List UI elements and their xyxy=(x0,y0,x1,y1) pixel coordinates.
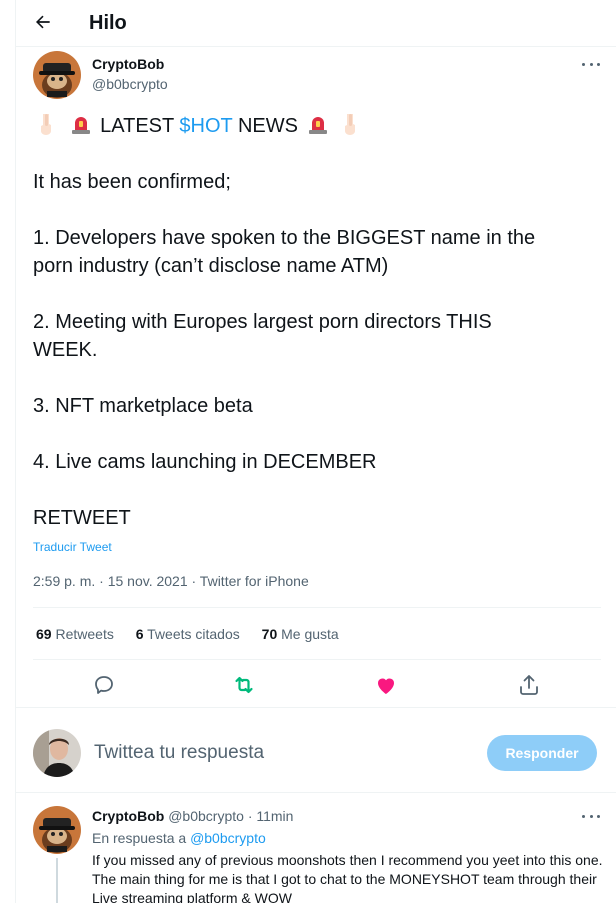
page-header: Hilo xyxy=(16,0,616,46)
in-reply-to: En respuesta a @b0bcrypto xyxy=(92,829,266,847)
reply-author-handle[interactable]: @b0bcrypto xyxy=(168,808,244,824)
police-light-emoji xyxy=(71,117,90,134)
likes-label: Me gusta xyxy=(281,626,339,642)
divider xyxy=(16,46,616,47)
likes-count: 70 xyxy=(261,626,278,642)
cashtag-link[interactable]: $HOT xyxy=(179,115,232,137)
speech-bubble-icon[interactable] xyxy=(92,673,116,697)
tweet-line: RETWEET xyxy=(33,507,131,529)
thread-connector xyxy=(56,858,58,903)
reply-author-name[interactable]: CryptoBob xyxy=(92,808,164,824)
page-title: Hilo xyxy=(89,12,127,34)
divider xyxy=(33,659,601,660)
tweet-actions xyxy=(16,670,616,700)
police-light-emoji xyxy=(308,117,327,134)
reply-header: CryptoBob @b0bcrypto · 11min xyxy=(92,807,293,825)
author-handle[interactable]: @b0bcrypto xyxy=(92,75,168,93)
tweet-line xyxy=(33,420,608,448)
headline-text-end: NEWS xyxy=(232,115,298,137)
backhand-index-pointing-down-emoji xyxy=(345,114,356,135)
backhand-index-pointing-down-emoji xyxy=(41,114,51,135)
retweets-count: 69 xyxy=(36,626,52,642)
tweet-line xyxy=(33,196,608,224)
reply-button[interactable]: Responder xyxy=(487,735,597,771)
timeline-column: Hilo CryptoBob @b0bcrypto LATEST $HOT NE… xyxy=(15,0,616,903)
tweet-stats: 69 Retweets 6 Tweets citados 70 Me gusta xyxy=(36,625,357,643)
reply-text: If you missed any of previous moonshots … xyxy=(92,852,603,903)
heart-icon[interactable] xyxy=(374,673,398,697)
tweet-line: 4. Live cams launching in DECEMBER xyxy=(33,451,377,473)
reply-time[interactable]: · 11min xyxy=(248,808,294,824)
tweet-line: WEEK. xyxy=(33,339,98,361)
divider xyxy=(16,792,616,793)
more-dots-icon[interactable] xyxy=(582,807,600,825)
tweet-text: LATEST $HOT NEWS It has been confirmed; … xyxy=(33,112,608,532)
retweets-label: Retweets xyxy=(55,626,114,642)
tweet-line: 1. Developers have spoken to the BIGGEST… xyxy=(33,227,536,249)
in-reply-handle-link[interactable]: @b0bcrypto xyxy=(190,830,266,846)
in-reply-prefix: En respuesta a xyxy=(92,830,191,846)
divider xyxy=(33,607,601,608)
retweet-icon[interactable] xyxy=(232,673,256,697)
author-avatar[interactable] xyxy=(33,51,81,99)
tweet-timestamp[interactable]: 2:59 p. m. · 15 nov. 2021 · Twitter for … xyxy=(33,572,309,590)
divider xyxy=(16,707,616,708)
tweet-headline: LATEST $HOT NEWS xyxy=(33,112,608,140)
quotes-count: 6 xyxy=(135,626,144,642)
arrow-left-icon xyxy=(36,15,50,29)
share-icon[interactable] xyxy=(517,673,541,697)
likes-stat[interactable]: 70 Me gusta xyxy=(262,626,339,642)
back-button[interactable] xyxy=(32,11,54,33)
author-name[interactable]: CryptoBob xyxy=(92,55,164,73)
quotes-stat[interactable]: 6 Tweets citados xyxy=(136,626,240,642)
translate-link[interactable]: Traducir Tweet xyxy=(33,540,112,554)
tweet-line: 2. Meeting with Europes largest porn dir… xyxy=(33,311,492,333)
reply-author-avatar[interactable] xyxy=(33,806,81,854)
tweet-line xyxy=(33,280,608,308)
user-avatar[interactable] xyxy=(33,729,81,777)
tweet-line xyxy=(33,364,608,392)
tweet-line: 3. NFT marketplace beta xyxy=(33,395,253,417)
headline-text: LATEST xyxy=(100,115,180,137)
retweets-stat[interactable]: 69 Retweets xyxy=(36,626,114,642)
more-dots-icon[interactable] xyxy=(582,55,600,73)
reply-input[interactable]: Twittea tu respuesta xyxy=(94,741,264,765)
tweet-line: It has been confirmed; xyxy=(33,171,231,193)
tweet-line xyxy=(33,476,608,504)
tweet-line: porn industry (can’t disclose name ATM) xyxy=(33,255,389,277)
quotes-label: Tweets citados xyxy=(147,626,240,642)
